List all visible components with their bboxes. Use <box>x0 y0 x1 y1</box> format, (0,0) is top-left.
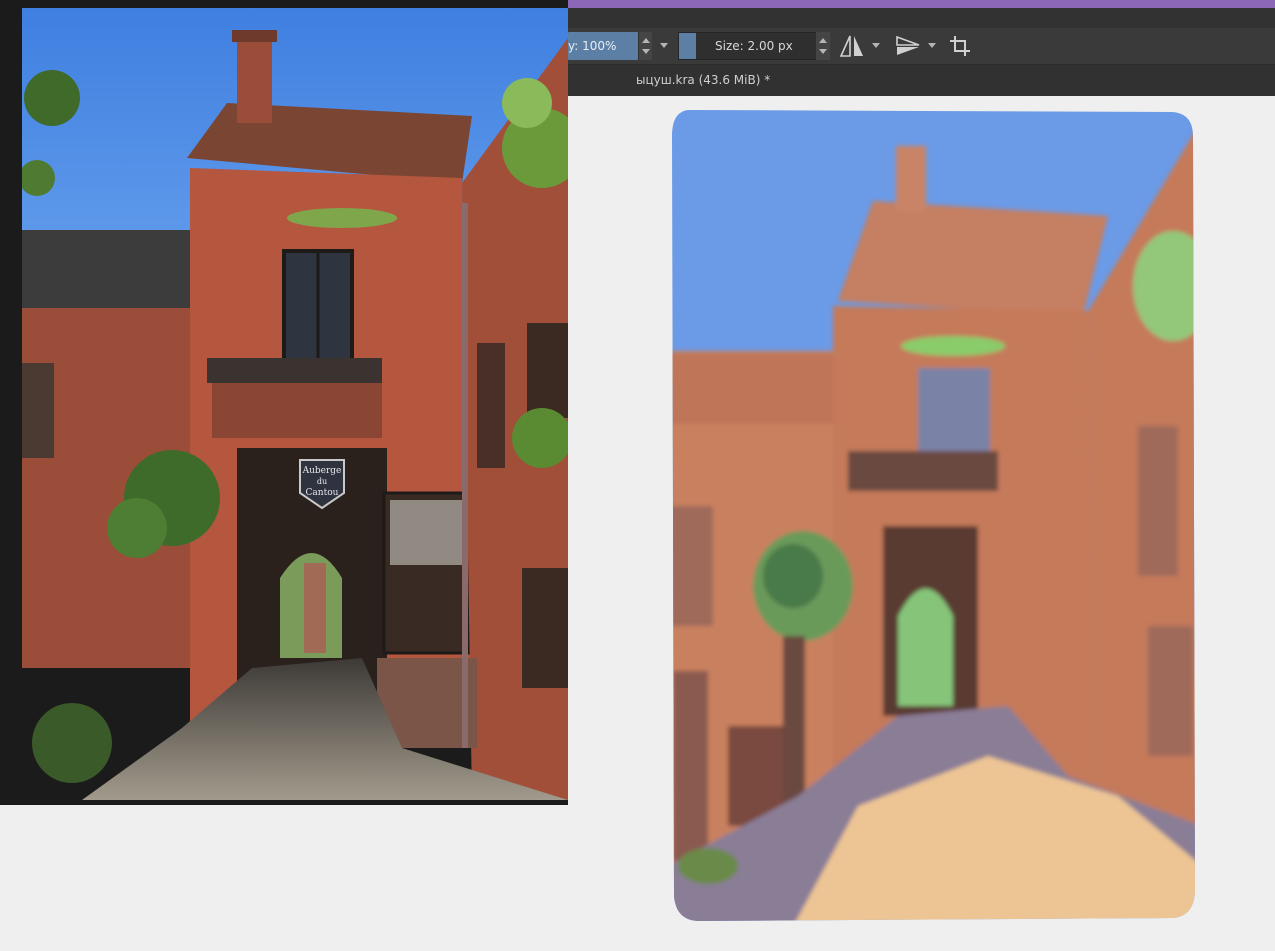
sign-text-line3: Cantou <box>306 488 339 498</box>
krita-workspace: Auberge du Cantou y: 100% Size: 2.00 px … <box>0 0 1275 951</box>
increase-arrow-icon[interactable] <box>819 38 827 43</box>
brush-toolbar: y: 100% Size: 2.00 px <box>568 28 1275 65</box>
opacity-value: y: 100% <box>568 39 617 53</box>
brush-size-spinbox-arrows[interactable] <box>816 32 830 60</box>
sign-text-line1: Auberge <box>302 466 342 476</box>
reference-image-window: Auberge du Cantou <box>0 0 568 805</box>
canvas-area[interactable] <box>568 96 1275 951</box>
brush-size-value: Size: 2.00 px <box>715 39 793 53</box>
menu-strip <box>568 8 1275 28</box>
crop-icon[interactable] <box>948 34 972 58</box>
opacity-dropdown-arrow-icon[interactable] <box>660 43 668 48</box>
decrease-arrow-icon[interactable] <box>642 49 650 54</box>
mirror-horizontal-icon[interactable] <box>838 34 866 58</box>
painting-canvas[interactable] <box>668 106 1202 926</box>
document-tab-bar: ыцуш.kra (43.6 MiB) * <box>568 65 1275 96</box>
mirror-vertical-icon[interactable] <box>894 34 922 58</box>
increase-arrow-icon[interactable] <box>642 38 650 43</box>
mirror-vertical-dropdown-arrow-icon[interactable] <box>928 43 936 48</box>
brush-size-slider[interactable]: Size: 2.00 px <box>678 32 818 60</box>
opacity-slider[interactable]: y: 100% <box>568 32 638 60</box>
document-tab[interactable]: ыцуш.kra (43.6 MiB) * <box>636 65 770 96</box>
decrease-arrow-icon[interactable] <box>819 49 827 54</box>
reference-photo: Auberge du Cantou <box>22 8 568 800</box>
opacity-spinbox-arrows[interactable] <box>638 32 652 60</box>
mirror-horizontal-dropdown-arrow-icon[interactable] <box>872 43 880 48</box>
sign-text-line2: du <box>317 477 327 486</box>
window-accent-bar <box>568 0 1275 8</box>
brush-size-fill <box>679 33 696 59</box>
